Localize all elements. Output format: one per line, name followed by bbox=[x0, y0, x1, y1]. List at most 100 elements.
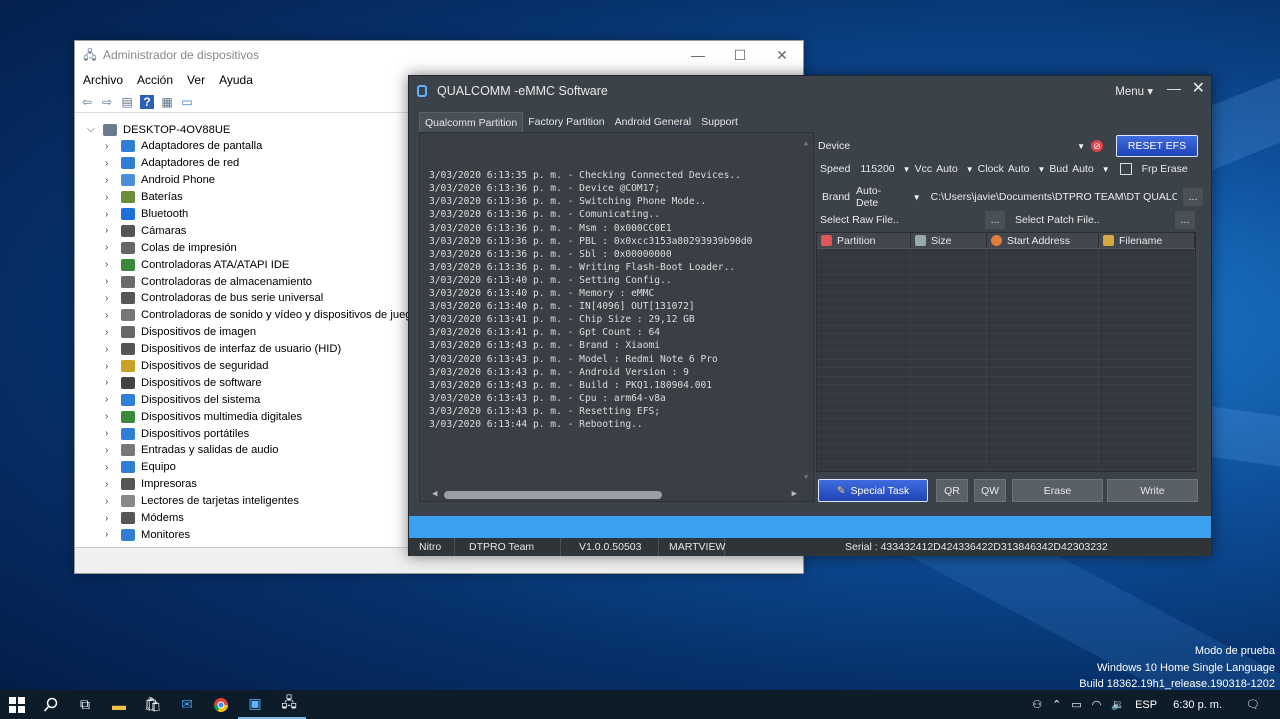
qualcomm-taskbar-button[interactable]: ▣ bbox=[238, 690, 272, 719]
menu-ayuda[interactable]: Ayuda bbox=[219, 73, 253, 87]
people-icon[interactable]: ⚇ bbox=[1032, 698, 1042, 711]
col-start-address[interactable]: Start Address bbox=[987, 233, 1099, 248]
browse-loader-button[interactable]: ... bbox=[1183, 188, 1203, 206]
table-row[interactable] bbox=[817, 351, 1195, 360]
table-row[interactable] bbox=[817, 334, 1195, 343]
table-row[interactable] bbox=[817, 300, 1195, 309]
chevron-down-icon[interactable]: ▼ bbox=[966, 165, 974, 174]
table-row[interactable] bbox=[817, 410, 1195, 419]
chevron-right-icon[interactable]: › bbox=[105, 225, 117, 236]
chevron-right-icon[interactable]: › bbox=[105, 513, 117, 524]
table-row[interactable] bbox=[817, 444, 1195, 453]
scroll-down-icon[interactable]: ▼ bbox=[804, 471, 808, 484]
start-button[interactable] bbox=[0, 690, 34, 719]
chevron-right-icon[interactable]: › bbox=[105, 242, 117, 253]
qr-button[interactable]: QR bbox=[936, 479, 968, 502]
chevron-right-icon[interactable]: › bbox=[105, 192, 117, 203]
monitor-scan-icon[interactable]: ▭ bbox=[180, 95, 194, 109]
wifi-icon[interactable]: ◠ bbox=[1092, 698, 1102, 711]
browse-raw-button[interactable]: ... bbox=[985, 211, 1005, 229]
col-size[interactable]: Size bbox=[911, 233, 987, 248]
table-row[interactable] bbox=[817, 402, 1195, 411]
table-row[interactable] bbox=[817, 308, 1195, 317]
chevron-right-icon[interactable]: › bbox=[105, 496, 117, 507]
table-row[interactable] bbox=[817, 257, 1195, 266]
battery-icon[interactable]: ▭ bbox=[1071, 698, 1081, 711]
chevron-right-icon[interactable]: › bbox=[105, 310, 117, 321]
log-vertical-scrollbar[interactable]: ▲ ▼ bbox=[802, 133, 813, 488]
table-row[interactable] bbox=[817, 291, 1195, 300]
minimize-button[interactable]: — bbox=[1167, 80, 1181, 96]
menu-archivo[interactable]: Archivo bbox=[83, 73, 123, 87]
chevron-right-icon[interactable]: › bbox=[105, 293, 117, 304]
table-row[interactable] bbox=[817, 419, 1195, 428]
tab-qualcomm-partition[interactable]: Qualcomm Partition bbox=[419, 112, 524, 133]
clock[interactable]: 6:30 p. m. bbox=[1173, 699, 1222, 711]
tab-factory-partition[interactable]: Factory Partition bbox=[523, 112, 609, 133]
loader-path-field[interactable]: C:\Users\javie\Documents\DTPRO TEAM\DT Q… bbox=[931, 191, 1178, 203]
close-button[interactable]: ✕ bbox=[761, 41, 803, 69]
menu-accion[interactable]: Acción bbox=[137, 73, 173, 87]
chevron-right-icon[interactable]: › bbox=[105, 411, 117, 422]
qw-button[interactable]: QW bbox=[974, 479, 1006, 502]
table-row[interactable] bbox=[817, 342, 1195, 351]
chevron-right-icon[interactable]: › bbox=[105, 377, 117, 388]
browse-patch-button[interactable]: ... bbox=[1175, 211, 1195, 229]
chevron-up-icon[interactable]: ⌃ bbox=[1052, 698, 1061, 711]
file-explorer-button[interactable]: ▬ bbox=[102, 690, 136, 719]
table-row[interactable] bbox=[817, 393, 1195, 402]
clock-select[interactable]: Auto bbox=[1008, 163, 1030, 175]
select-patch-file[interactable]: Select Patch File.. bbox=[1015, 214, 1175, 226]
bud-select[interactable]: Auto bbox=[1072, 163, 1094, 175]
scroll-thumb[interactable] bbox=[444, 491, 662, 499]
search-button[interactable] bbox=[34, 690, 68, 719]
write-button[interactable]: Write bbox=[1107, 479, 1198, 502]
table-row[interactable] bbox=[817, 376, 1195, 385]
table-row[interactable] bbox=[817, 368, 1195, 377]
minimize-button[interactable]: — bbox=[677, 41, 719, 69]
forward-arrow-icon[interactable]: ⇨ bbox=[100, 95, 114, 109]
menu-ver[interactable]: Ver bbox=[187, 73, 205, 87]
scroll-left-icon[interactable]: ◀ bbox=[432, 488, 437, 501]
chevron-right-icon[interactable]: › bbox=[105, 327, 117, 338]
chevron-right-icon[interactable]: › bbox=[105, 529, 117, 540]
table-row[interactable] bbox=[817, 427, 1195, 436]
select-raw-file[interactable]: Select Raw File.. bbox=[820, 214, 985, 226]
table-row[interactable] bbox=[817, 385, 1195, 394]
notification-icon[interactable]: 🗨 bbox=[1246, 698, 1260, 711]
properties-icon[interactable]: ▦ bbox=[160, 95, 174, 109]
close-button[interactable]: ✕ bbox=[1192, 78, 1205, 98]
chevron-down-icon[interactable]: ⌵ bbox=[87, 124, 99, 135]
table-row[interactable] bbox=[817, 359, 1195, 368]
chevron-right-icon[interactable]: › bbox=[105, 428, 117, 439]
reset-efs-button[interactable]: RESET EFS bbox=[1116, 135, 1198, 157]
table-row[interactable] bbox=[817, 274, 1195, 283]
tab-support[interactable]: Support bbox=[696, 112, 743, 133]
table-row[interactable] bbox=[817, 436, 1195, 445]
chevron-right-icon[interactable]: › bbox=[105, 175, 117, 186]
table-row[interactable] bbox=[817, 461, 1195, 470]
log-horizontal-scrollbar[interactable]: ◀ ▶ bbox=[420, 487, 813, 501]
chevron-right-icon[interactable]: › bbox=[105, 462, 117, 473]
device-dropdown[interactable]: ▼ bbox=[1077, 142, 1085, 151]
chevron-right-icon[interactable]: › bbox=[105, 394, 117, 405]
chevron-down-icon[interactable]: ▼ bbox=[903, 165, 911, 174]
store-button[interactable]: 🛍 bbox=[136, 690, 170, 719]
menu-dropdown[interactable]: Menu ▾ bbox=[1115, 84, 1153, 98]
stop-icon[interactable]: ⊘ bbox=[1091, 140, 1103, 152]
chevron-right-icon[interactable]: › bbox=[105, 344, 117, 355]
task-view-button[interactable]: ⧉ bbox=[68, 690, 102, 719]
chevron-down-icon[interactable]: ▼ bbox=[1037, 165, 1045, 174]
device-manager-taskbar-button[interactable]: 🖧 bbox=[272, 690, 306, 719]
special-task-button[interactable]: ✎ Special Task bbox=[818, 479, 928, 502]
frp-erase-checkbox[interactable] bbox=[1119, 163, 1132, 175]
tab-android-general[interactable]: Android General bbox=[610, 112, 696, 133]
chevron-right-icon[interactable]: › bbox=[105, 158, 117, 169]
scroll-right-icon[interactable]: ▶ bbox=[792, 488, 797, 501]
chevron-right-icon[interactable]: › bbox=[105, 209, 117, 220]
qualcomm-titlebar[interactable]: QUALCOMM -eMMC Software bbox=[409, 76, 1211, 106]
col-filename[interactable]: Filename bbox=[1099, 233, 1195, 248]
speed-select[interactable]: 115200 bbox=[860, 163, 894, 175]
erase-button[interactable]: Erase bbox=[1012, 479, 1103, 502]
chevron-down-icon[interactable]: ▼ bbox=[1102, 165, 1110, 174]
